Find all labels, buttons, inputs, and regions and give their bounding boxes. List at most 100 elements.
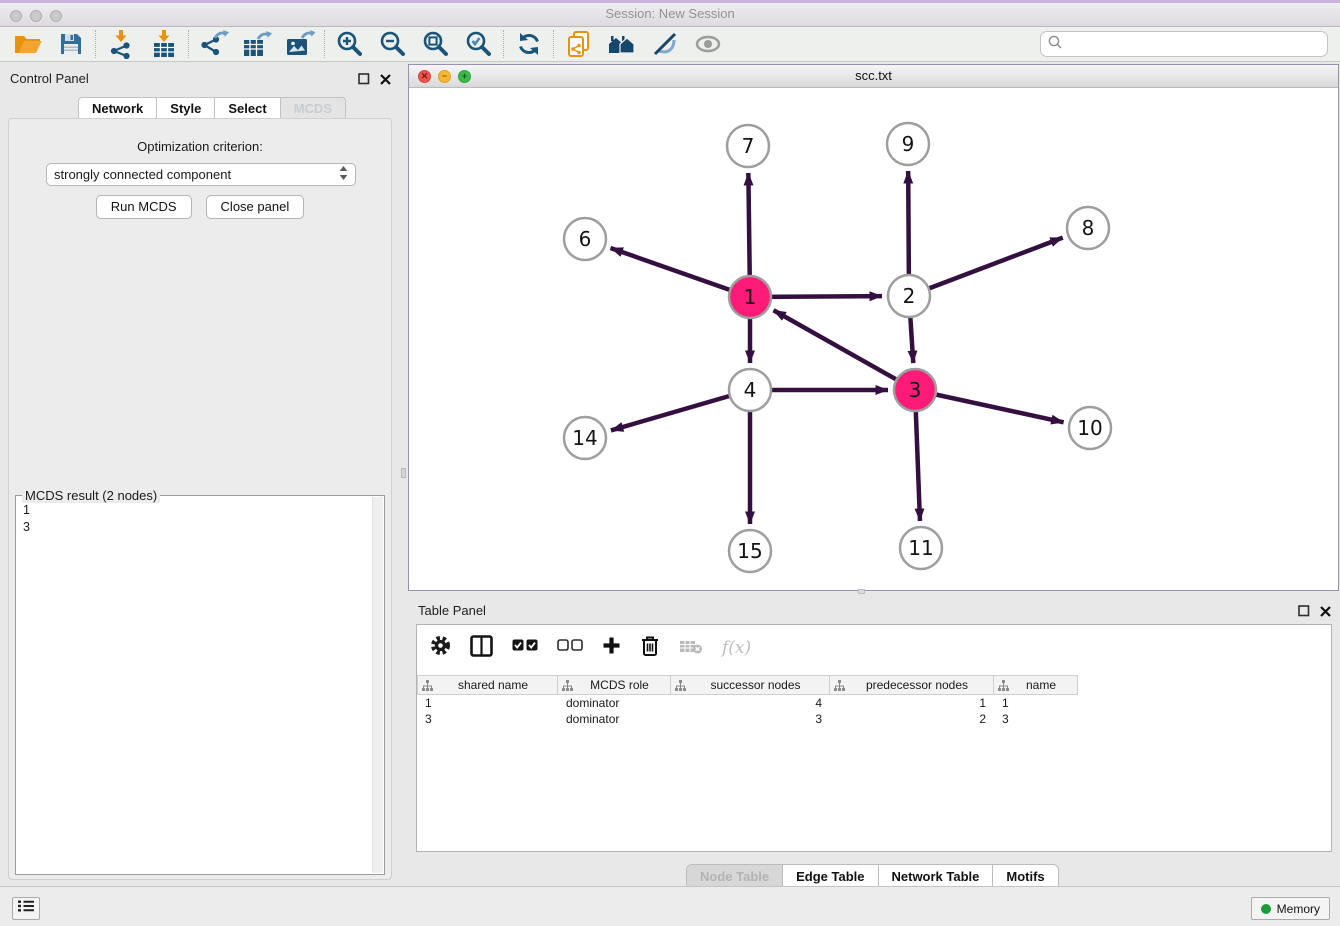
cell-predecessor-nodes[interactable]: 2: [830, 712, 994, 726]
graph-node-8[interactable]: 8: [1067, 207, 1109, 249]
graph-node-7[interactable]: 7: [727, 125, 769, 167]
open-file-icon[interactable]: [6, 28, 49, 60]
float-panel-icon[interactable]: [1298, 604, 1310, 622]
clone-network-icon[interactable]: [557, 28, 600, 60]
svg-text:1: 1: [744, 285, 757, 309]
svg-text:8: 8: [1082, 216, 1095, 240]
network-canvas-svg[interactable]: 7 9 6 8 1 2 4 3 14 10 15 11: [409, 88, 1338, 590]
zoom-in-icon[interactable]: [328, 28, 371, 60]
export-network-icon[interactable]: [192, 28, 235, 60]
column-header-successor-nodes[interactable]: successor nodes: [671, 675, 830, 695]
export-table-icon[interactable]: [235, 28, 278, 60]
mcds-result-scrollbar[interactable]: [372, 497, 383, 873]
zoom-out-icon[interactable]: [371, 28, 414, 60]
column-header-shared-name[interactable]: shared name: [417, 675, 558, 695]
graph-edge-2-8[interactable]: [909, 238, 1063, 296]
apply-layout-icon[interactable]: [507, 28, 550, 60]
cell-mcds-role[interactable]: dominator: [558, 696, 671, 710]
optimization-criterion-select[interactable]: strongly connected component: [46, 163, 356, 186]
table-body: 1dominator4113dominator323: [417, 695, 1331, 727]
zoom-selected-icon[interactable]: [457, 28, 500, 60]
add-column-icon[interactable]: [602, 636, 621, 660]
window-title: Session: New Session: [0, 3, 1340, 25]
toolbar-separator: [95, 30, 96, 58]
cell-successor-nodes[interactable]: 3: [671, 712, 830, 726]
toolbar-separator: [503, 30, 504, 58]
svg-text:7: 7: [742, 134, 755, 158]
table-settings-gear-icon[interactable]: [430, 635, 451, 661]
toolbar-separator: [188, 30, 189, 58]
mcds-result-box: MCDS result (2 nodes) 13: [15, 495, 385, 875]
graph-node-2[interactable]: 2: [888, 275, 930, 317]
export-image-icon[interactable]: [278, 28, 321, 60]
close-panel-icon[interactable]: [380, 72, 391, 90]
svg-text:11: 11: [908, 536, 933, 560]
toolbar-separator: [553, 30, 554, 58]
close-panel-button[interactable]: Close panel: [206, 195, 305, 219]
optimization-criterion-label: Optimization criterion:: [9, 139, 391, 154]
table-panel-title: Table Panel: [418, 603, 486, 618]
zoom-fit-icon[interactable]: [414, 28, 457, 60]
column-header-mcds-role[interactable]: MCDS role: [558, 675, 671, 695]
mcds-result-title: MCDS result (2 nodes): [22, 488, 160, 503]
cell-predecessor-nodes[interactable]: 1: [830, 696, 994, 710]
attribute-type-icon: [562, 680, 573, 691]
selected-criterion: strongly connected component: [54, 167, 339, 182]
network-window-titlebar[interactable]: ✕ − + scc.txt: [409, 65, 1338, 88]
table-row[interactable]: 3dominator323: [417, 711, 1331, 727]
graph-node-3[interactable]: 3: [894, 369, 936, 411]
frame-close-button[interactable]: ✕: [418, 70, 431, 83]
task-history-button[interactable]: [12, 897, 40, 920]
graph-node-4[interactable]: 4: [729, 369, 771, 411]
column-header-predecessor-nodes[interactable]: predecessor nodes: [830, 675, 994, 695]
table-toolbar: f(x): [417, 625, 1331, 671]
svg-text:2: 2: [903, 284, 916, 308]
graph-node-1[interactable]: 1: [729, 276, 771, 318]
search-icon: [1048, 35, 1062, 54]
zoom-window-button[interactable]: [50, 10, 62, 22]
memory-label: Memory: [1277, 902, 1320, 916]
select-all-icon[interactable]: [512, 639, 538, 657]
cell-name[interactable]: 1: [994, 696, 1078, 710]
divider-grip[interactable]: [401, 468, 406, 478]
mcds-result-list[interactable]: 13: [18, 502, 370, 872]
save-session-icon[interactable]: [49, 28, 92, 60]
memory-button[interactable]: Memory: [1251, 897, 1330, 920]
import-table-icon[interactable]: [142, 28, 185, 60]
cell-name[interactable]: 3: [994, 712, 1078, 726]
frame-minimize-button[interactable]: −: [438, 70, 451, 83]
cell-successor-nodes[interactable]: 4: [671, 696, 830, 710]
node-table: shared nameMCDS rolesuccessor nodesprede…: [417, 675, 1331, 727]
birdseye-view-icon[interactable]: [600, 28, 643, 60]
attribute-type-icon: [675, 680, 686, 691]
graph-node-15[interactable]: 15: [729, 530, 771, 572]
search-input[interactable]: [1067, 34, 1327, 54]
close-window-button[interactable]: [10, 10, 22, 22]
import-network-icon[interactable]: [99, 28, 142, 60]
minimize-window-button[interactable]: [30, 10, 42, 22]
table-row[interactable]: 1dominator411: [417, 695, 1331, 711]
hide-panels-icon[interactable]: [643, 28, 686, 60]
cell-shared-name[interactable]: 3: [417, 712, 558, 726]
graph-node-6[interactable]: 6: [564, 218, 606, 260]
close-panel-icon[interactable]: [1320, 604, 1331, 622]
graph-node-10[interactable]: 10: [1069, 407, 1111, 449]
column-visibility-icon[interactable]: [470, 635, 493, 662]
graph-node-11[interactable]: 11: [900, 527, 942, 569]
search-box[interactable]: [1040, 31, 1328, 57]
deselect-all-icon[interactable]: [557, 639, 583, 657]
cell-mcds-role[interactable]: dominator: [558, 712, 671, 726]
graph-edge-3-1[interactable]: [774, 310, 915, 390]
cell-shared-name[interactable]: 1: [417, 696, 558, 710]
run-mcds-button[interactable]: Run MCDS: [96, 195, 192, 219]
graph-node-14[interactable]: 14: [564, 417, 606, 459]
graph-node-9[interactable]: 9: [887, 123, 929, 165]
column-header-name[interactable]: name: [994, 675, 1078, 695]
panel-divider[interactable]: [400, 62, 408, 886]
delete-column-icon[interactable]: [640, 635, 660, 662]
graph-edge-3-10[interactable]: [915, 390, 1064, 422]
svg-text:10: 10: [1077, 416, 1102, 440]
frame-maximize-button[interactable]: +: [458, 70, 471, 83]
attribute-type-icon: [998, 680, 1009, 691]
float-panel-icon[interactable]: [358, 72, 370, 90]
